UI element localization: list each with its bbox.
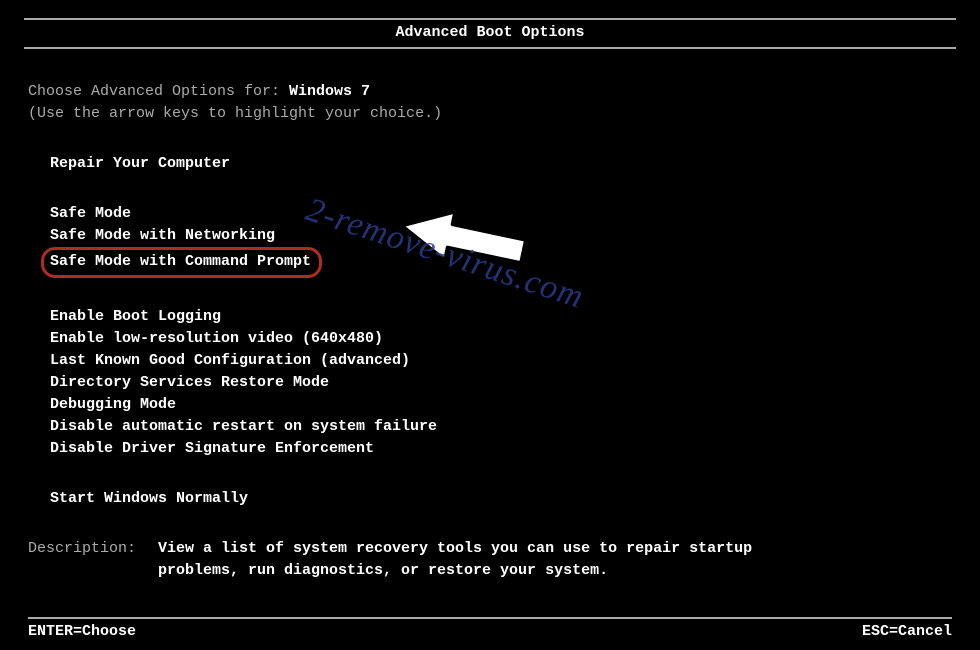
option-last-known-good[interactable]: Last Known Good Configuration (advanced) — [50, 350, 952, 372]
option-low-res-video[interactable]: Enable low-resolution video (640x480) — [50, 328, 952, 350]
intro-prefix: Choose Advanced Options for: — [28, 83, 289, 100]
intro-hint: (Use the arrow keys to highlight your ch… — [28, 103, 952, 125]
option-enable-boot-logging[interactable]: Enable Boot Logging — [50, 306, 952, 328]
divider-footer — [28, 617, 952, 619]
group-safe-mode: Safe Mode Safe Mode with Networking Safe… — [28, 203, 952, 278]
option-start-windows-normally[interactable]: Start Windows Normally — [50, 488, 952, 510]
body: Choose Advanced Options for: Windows 7 (… — [0, 49, 980, 582]
option-safe-mode-networking[interactable]: Safe Mode with Networking — [50, 225, 952, 247]
footer: ENTER=Choose ESC=Cancel — [0, 617, 980, 640]
option-safe-mode[interactable]: Safe Mode — [50, 203, 952, 225]
page-title: Advanced Boot Options — [0, 20, 980, 47]
description-text: View a list of system recovery tools you… — [158, 538, 798, 582]
option-ds-restore-mode[interactable]: Directory Services Restore Mode — [50, 372, 952, 394]
hint-esc: ESC=Cancel — [862, 623, 952, 640]
hint-enter: ENTER=Choose — [28, 623, 136, 640]
description-block: Description: View a list of system recov… — [28, 538, 952, 582]
intro-os: Windows 7 — [289, 83, 370, 100]
option-debugging-mode[interactable]: Debugging Mode — [50, 394, 952, 416]
group-normal: Start Windows Normally — [28, 488, 952, 510]
description-label: Description: — [28, 538, 158, 582]
intro-block: Choose Advanced Options for: Windows 7 (… — [28, 81, 952, 125]
group-repair: Repair Your Computer — [28, 153, 952, 175]
intro-line: Choose Advanced Options for: Windows 7 — [28, 81, 952, 103]
option-disable-auto-restart[interactable]: Disable automatic restart on system fail… — [50, 416, 952, 438]
option-safe-mode-command-prompt[interactable]: Safe Mode with Command Prompt — [41, 247, 322, 278]
boot-options-screen: Advanced Boot Options Choose Advanced Op… — [0, 0, 980, 650]
option-repair-your-computer[interactable]: Repair Your Computer — [50, 153, 952, 175]
footer-row: ENTER=Choose ESC=Cancel — [28, 623, 952, 640]
option-disable-driver-sig[interactable]: Disable Driver Signature Enforcement — [50, 438, 952, 460]
group-advanced: Enable Boot Logging Enable low-resolutio… — [28, 306, 952, 460]
